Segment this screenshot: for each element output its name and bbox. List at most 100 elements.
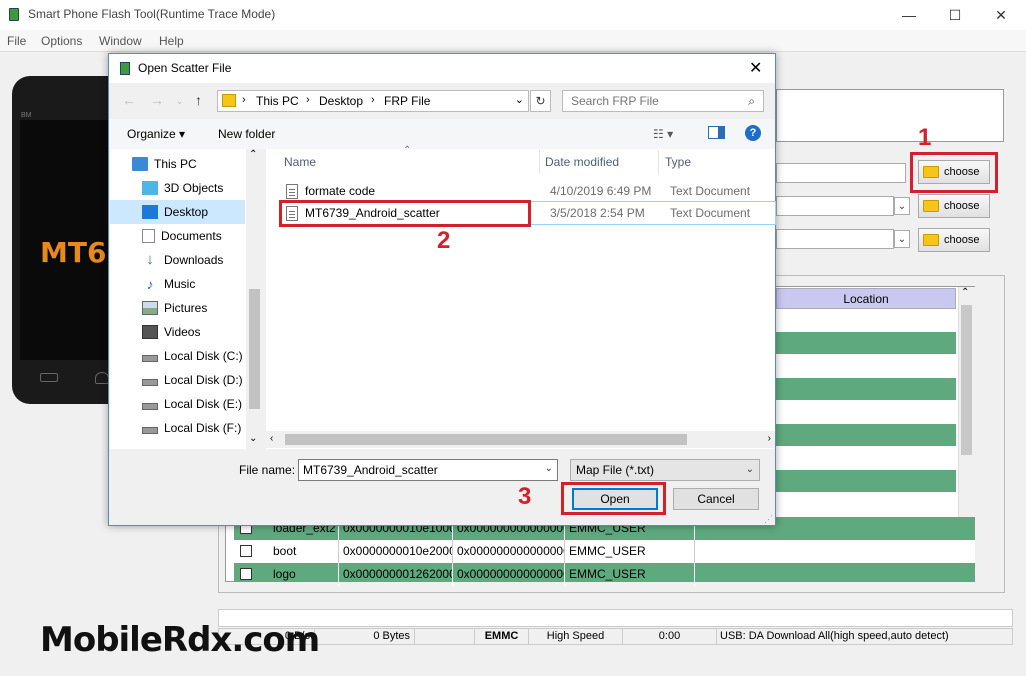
annotation-number-1: 1 [918, 124, 932, 151]
nav-label: Local Disk (C:) [164, 349, 243, 363]
organize-button[interactable]: Organize ▾ [127, 127, 185, 141]
choose-button-auth[interactable]: choose [918, 228, 990, 252]
row-checkbox[interactable] [240, 545, 252, 557]
music-icon: ♪ [146, 276, 154, 292]
chevron-down-icon[interactable]: ⌄ [545, 463, 553, 474]
scroll-left-icon[interactable]: ‹ [270, 433, 273, 444]
status-usb: USB: DA Download All(high speed,auto det… [720, 630, 949, 642]
preview-pane-icon[interactable] [708, 126, 725, 139]
file-row[interactable]: formate code 4/10/2019 6:49 PM Text Docu… [281, 180, 775, 202]
nav-item-documents[interactable]: Documents [110, 224, 245, 248]
cancel-button[interactable]: Cancel [673, 488, 759, 510]
scroll-up-icon[interactable]: ⌃ [249, 149, 257, 160]
nav-item-music[interactable]: ♪ Music [110, 272, 245, 296]
nav-item-downloads[interactable]: ↓ Downloads [110, 248, 245, 272]
desktop-icon [142, 205, 158, 219]
partition-name: boot [269, 540, 339, 563]
menu-options[interactable]: Options [41, 34, 82, 48]
new-folder-button[interactable]: New folder [218, 127, 275, 141]
search-input[interactable] [563, 91, 733, 111]
phone-home-button [95, 372, 109, 384]
address-dropdown-icon[interactable]: ⌄ [515, 93, 524, 106]
scroll-up-icon[interactable]: ⌃ [961, 287, 969, 298]
table-row[interactable] [776, 470, 956, 492]
column-header-type[interactable]: Type [665, 155, 691, 169]
status-bytes: 0 Bytes [315, 629, 415, 644]
menu-help[interactable]: Help [159, 34, 184, 48]
file-name-input[interactable] [299, 460, 537, 480]
menu-window[interactable]: Window [99, 34, 142, 48]
nav-item-disk-c[interactable]: Local Disk (C:) [110, 344, 245, 368]
scatter-file-field[interactable] [776, 196, 894, 216]
maximize-button[interactable]: ☐ [932, 0, 978, 30]
help-icon[interactable]: ? [745, 125, 761, 141]
file-type-value: Map File (*.txt) [576, 463, 655, 477]
auth-dropdown-icon[interactable]: ⌄ [894, 230, 910, 248]
folder-icon [923, 200, 939, 212]
table-row[interactable]: logo 0x0000000012620000 0x00000000000000… [234, 563, 975, 586]
file-h-scroll-thumb[interactable] [285, 434, 687, 445]
choose-button-scatter[interactable]: choose [918, 194, 990, 218]
open-scatter-dialog: Open Scatter File ✕ ← → ⌄ ↑ › This PC › … [108, 53, 776, 526]
nav-item-desktop[interactable]: Desktop [110, 200, 245, 224]
up-arrow-icon[interactable]: ↑ [195, 92, 202, 108]
nav-item-disk-e[interactable]: Local Disk (E:) [110, 392, 245, 416]
table-row[interactable] [776, 378, 956, 400]
address-bar[interactable]: › This PC › Desktop › FRP File ⌄ [217, 90, 529, 112]
pictures-icon [142, 301, 158, 315]
end-address: 0x0000000000000000 [453, 540, 565, 563]
file-type-select[interactable]: Map File (*.txt) ⌄ [570, 459, 760, 481]
nav-item-videos[interactable]: Videos [110, 320, 245, 344]
nav-item-pictures[interactable]: Pictures [110, 296, 245, 320]
nav-label: Music [164, 277, 196, 291]
resize-grip-icon[interactable]: ⋰ [764, 514, 773, 525]
status-bar: 0 B/s 0 Bytes EMMC High Speed 0:00 USB: … [218, 628, 1013, 645]
scroll-right-icon[interactable]: › [768, 433, 771, 444]
status-mode: High Speed [529, 629, 623, 644]
downloads-icon: ↓ [146, 251, 154, 268]
column-divider[interactable] [658, 150, 659, 174]
region: EMMC_USER [565, 563, 695, 586]
breadcrumb-desktop[interactable]: Desktop [319, 94, 363, 108]
view-options-icon[interactable]: ☷ ▾ [653, 127, 673, 141]
breadcrumb-frp-file[interactable]: FRP File [384, 94, 430, 108]
refresh-icon[interactable]: ↻ [530, 90, 551, 112]
close-button[interactable]: ✕ [978, 0, 1024, 30]
column-header-name[interactable]: Name [284, 155, 316, 169]
scroll-down-icon[interactable]: ⌄ [249, 433, 257, 444]
table-row[interactable] [776, 424, 956, 446]
column-header-date[interactable]: Date modified [545, 155, 619, 169]
table-row[interactable]: boot 0x0000000010e20000 0x00000000000000… [234, 540, 975, 563]
dialog-close-button[interactable]: ✕ [749, 58, 762, 78]
annotation-box-1 [910, 152, 998, 193]
minimize-button[interactable]: — [886, 0, 932, 30]
breadcrumb-sep-icon: › [242, 94, 246, 106]
forward-arrow-icon[interactable]: → [150, 92, 164, 108]
back-arrow-icon[interactable]: ← [122, 92, 136, 108]
chevron-down-icon[interactable]: ⌄ [746, 460, 754, 480]
cube-icon [142, 181, 158, 195]
nav-scroll-thumb[interactable] [249, 289, 260, 409]
nav-label: Documents [161, 229, 222, 243]
nav-item-this-pc[interactable]: This PC [110, 152, 245, 176]
file-name-combo[interactable]: ⌄ [298, 459, 558, 481]
scroll-thumb[interactable] [961, 305, 972, 455]
search-box[interactable]: ⌕ [562, 90, 764, 112]
nav-item-disk-d[interactable]: Local Disk (D:) [110, 368, 245, 392]
row-checkbox[interactable] [240, 568, 252, 580]
status-time: 0:00 [623, 629, 717, 644]
location-column-header[interactable]: Location [776, 288, 956, 309]
nav-item-3d-objects[interactable]: 3D Objects [110, 176, 245, 200]
auth-file-field[interactable] [776, 229, 894, 249]
column-divider[interactable] [539, 150, 540, 174]
table-row[interactable] [776, 332, 956, 354]
recent-dropdown-icon[interactable]: ⌄ [176, 96, 184, 107]
nav-item-disk-f[interactable]: Local Disk (F:) [110, 416, 245, 440]
disk-icon [142, 355, 158, 362]
scatter-dropdown-icon[interactable]: ⌄ [894, 197, 910, 215]
annotation-number-2: 2 [437, 227, 451, 254]
download-agent-field[interactable] [776, 163, 906, 183]
breadcrumb-this-pc[interactable]: This PC [256, 94, 299, 108]
file-date: 3/5/2018 2:54 PM [550, 206, 645, 220]
menu-file[interactable]: File [7, 34, 26, 48]
